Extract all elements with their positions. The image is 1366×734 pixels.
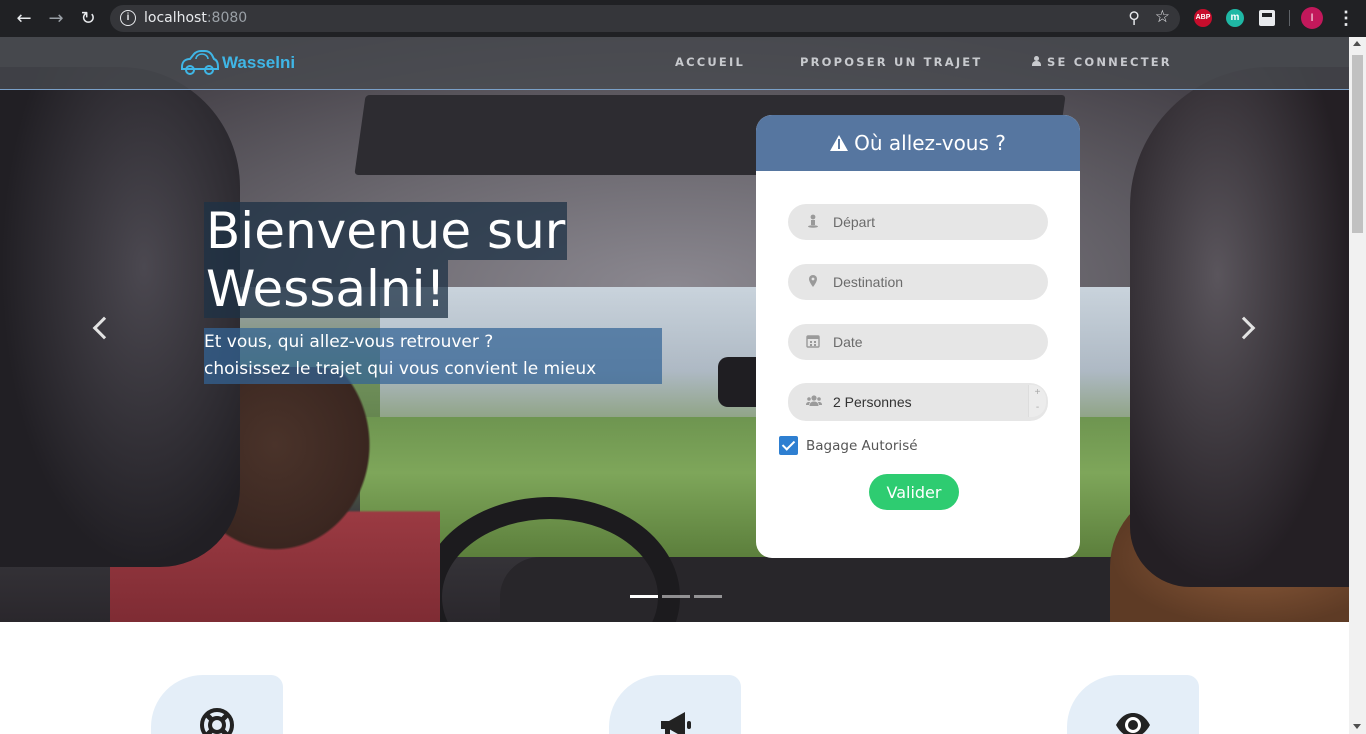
carousel-indicator[interactable] xyxy=(662,595,690,598)
baggage-option[interactable]: Bagage Autorisé xyxy=(779,436,918,455)
stepper-down-icon[interactable]: - xyxy=(1029,400,1046,415)
page-scrollbar[interactable] xyxy=(1349,37,1366,734)
street-view-icon xyxy=(808,214,818,228)
destination-field[interactable] xyxy=(788,264,1048,300)
depart-input[interactable] xyxy=(833,204,1033,240)
profile-avatar[interactable]: I xyxy=(1301,7,1323,29)
back-icon[interactable]: ← xyxy=(12,7,36,31)
search-card-header: Où allez-vous ? xyxy=(756,115,1080,171)
eye-icon xyxy=(1116,713,1150,734)
search-card-title: Où allez-vous ? xyxy=(854,131,1006,155)
hero-title: Bienvenue sur Wessalni! xyxy=(204,202,584,318)
car-logo-icon xyxy=(181,50,219,75)
user-icon xyxy=(1032,56,1041,66)
site-navbar: Wasselni ACCUEIL PROPOSER UN TRAJET SE C… xyxy=(0,37,1349,90)
feature-card-view xyxy=(1067,675,1199,734)
nav-link-connecter[interactable]: SE CONNECTER xyxy=(1032,55,1172,69)
calendar-icon xyxy=(806,335,820,348)
brand-logo[interactable]: Wasselni xyxy=(178,49,295,77)
url-text[interactable]: localhost:8080 xyxy=(144,10,247,26)
road-icon xyxy=(830,135,849,151)
baggage-label: Bagage Autorisé xyxy=(806,437,918,454)
users-icon xyxy=(806,395,822,406)
lifebuoy-icon xyxy=(200,708,234,734)
scroll-down-icon[interactable] xyxy=(1353,724,1361,729)
feature-card-announce xyxy=(609,675,741,734)
m-extension-icon[interactable]: m xyxy=(1226,9,1244,27)
url-port: :8080 xyxy=(206,10,248,26)
brand-name: Wasselni xyxy=(222,53,296,72)
nav-link-connecter-label: SE CONNECTER xyxy=(1047,55,1172,69)
page-viewport: Bienvenue sur Wessalni! Et vous, qui all… xyxy=(0,37,1349,734)
baggage-checkbox[interactable] xyxy=(779,436,798,455)
browser-toolbar: ← → ↻ i localhost:8080 ⚲ ☆ ABP m I ⋮ xyxy=(0,0,1366,37)
hero-subtitle-line2: choisissez le trajet qui vous convient l… xyxy=(204,359,597,379)
url-host: localhost xyxy=(144,10,207,26)
nav-link-proposer-trajet[interactable]: PROPOSER UN TRAJET xyxy=(800,55,982,69)
persons-value[interactable]: 2 Personnes xyxy=(833,383,912,421)
carousel-indicators xyxy=(630,595,722,598)
address-bar[interactable]: i localhost:8080 ⚲ ☆ xyxy=(110,5,1180,32)
info-icon[interactable]: i xyxy=(120,10,136,26)
stepper-up-icon[interactable]: + xyxy=(1029,385,1046,400)
persons-field[interactable]: 2 Personnes + - xyxy=(788,383,1048,421)
carousel-indicator[interactable] xyxy=(694,595,722,598)
hero-subtitle: Et vous, qui allez-vous retrouver ? choi… xyxy=(204,328,662,384)
carousel-indicator[interactable] xyxy=(630,595,658,598)
toolbar-divider xyxy=(1289,10,1290,26)
feature-card-support xyxy=(151,675,283,734)
abp-extension-icon[interactable]: ABP xyxy=(1194,9,1212,27)
hero-carousel: Bienvenue sur Wessalni! Et vous, qui all… xyxy=(0,37,1349,622)
grid-extension-icon[interactable] xyxy=(1259,10,1275,26)
destination-input[interactable] xyxy=(833,264,1033,300)
submit-button[interactable]: Valider xyxy=(869,474,959,510)
hero-subtitle-line1: Et vous, qui allez-vous retrouver ? xyxy=(204,332,494,352)
reload-icon[interactable]: ↻ xyxy=(76,7,100,31)
persons-stepper[interactable]: + - xyxy=(1028,385,1046,417)
hero-title-line2: Wessalni! xyxy=(204,260,448,318)
forward-icon[interactable]: → xyxy=(44,7,68,31)
scroll-thumb[interactable] xyxy=(1352,55,1363,233)
depart-field[interactable] xyxy=(788,204,1048,240)
hero-title-line1: Bienvenue sur xyxy=(204,202,568,260)
menu-kebab-icon[interactable]: ⋮ xyxy=(1337,7,1355,29)
map-marker-icon xyxy=(809,275,817,287)
scroll-up-icon[interactable] xyxy=(1353,41,1361,46)
search-card: Où allez-vous ? 2 Personnes +- Bag xyxy=(756,115,1080,558)
nav-link-accueil[interactable]: ACCUEIL xyxy=(675,55,745,69)
megaphone-icon xyxy=(661,712,691,734)
date-field[interactable] xyxy=(788,324,1048,360)
star-icon[interactable]: ☆ xyxy=(1155,7,1170,27)
zoom-icon[interactable]: ⚲ xyxy=(1128,8,1140,27)
date-input[interactable] xyxy=(833,324,1033,360)
